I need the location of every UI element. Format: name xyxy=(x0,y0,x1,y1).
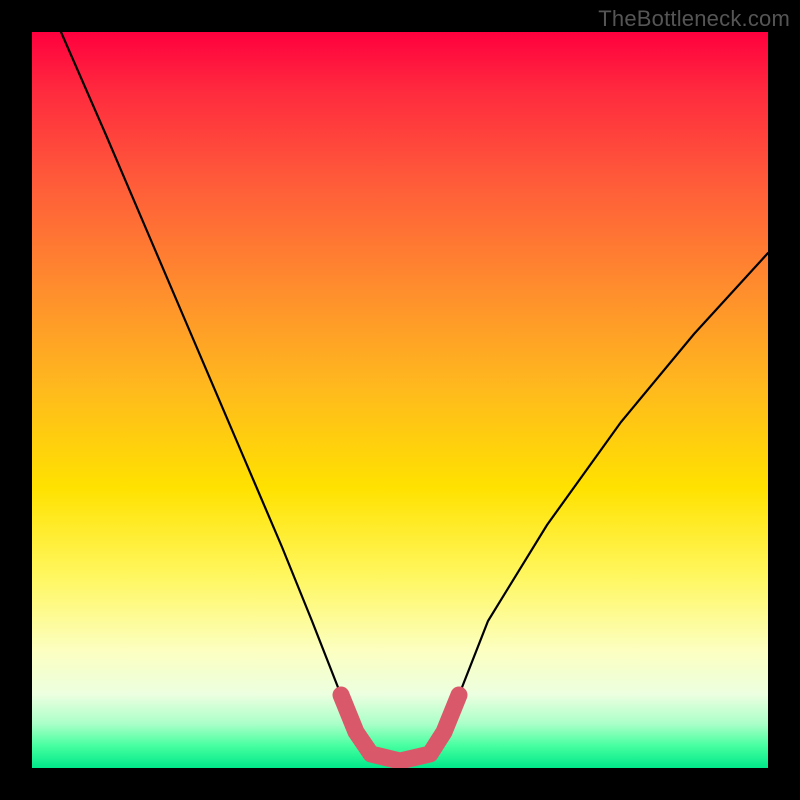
chart-frame: TheBottleneck.com xyxy=(0,0,800,800)
curve-layer xyxy=(32,32,768,768)
watermark-text: TheBottleneck.com xyxy=(598,6,790,32)
plot-area xyxy=(32,32,768,768)
red-trough-highlight xyxy=(341,695,459,761)
black-bottleneck-curve xyxy=(61,32,768,761)
